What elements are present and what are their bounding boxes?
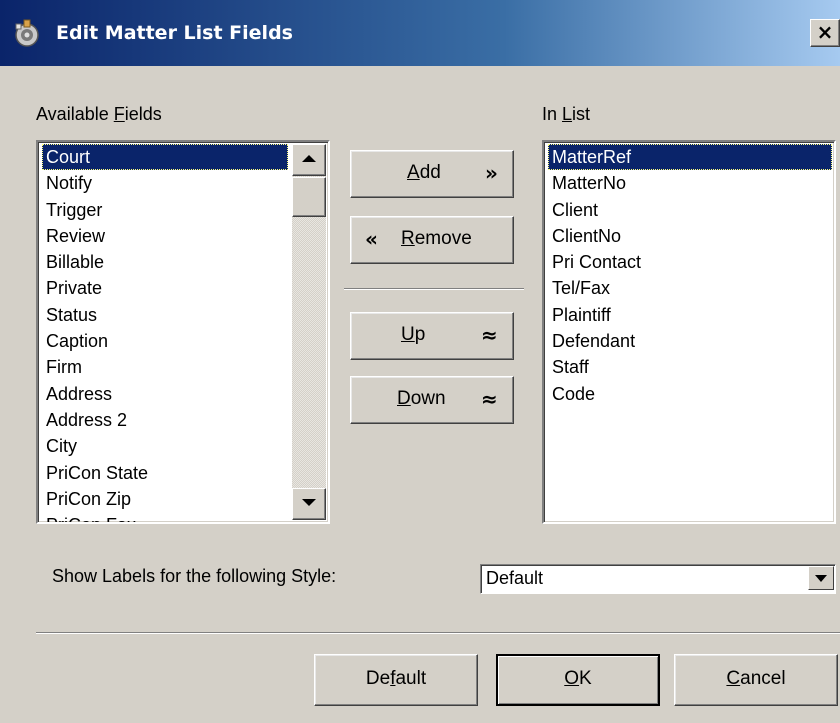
chevron-double-left-icon: « — [365, 227, 378, 251]
list-item[interactable]: PriCon State — [42, 460, 288, 486]
list-item[interactable]: PriCon Zip — [42, 486, 288, 512]
available-fields-scrollbar[interactable] — [292, 144, 326, 520]
remove-button[interactable]: « Remove — [350, 216, 514, 264]
available-fields-list[interactable]: Court Notify Trigger Review Billable Private S… — [36, 140, 330, 524]
close-icon: × — [816, 20, 834, 44]
in-list-items: MatterRef MatterNo Client ClientNo Pri Conta… — [548, 144, 834, 407]
style-select-value: Default — [486, 568, 544, 588]
list-item[interactable]: Client — [548, 197, 832, 223]
style-select[interactable]: Default — [480, 564, 836, 594]
title-bar[interactable]: Edit Matter List Fields × — [0, 0, 840, 66]
list-item[interactable]: Billable — [42, 249, 288, 275]
middle-separator — [344, 288, 524, 290]
available-fields-items: Court Notify Trigger Review Billable Private S… — [42, 144, 288, 522]
chevron-double-up-icon: ≈ — [481, 323, 498, 347]
list-item[interactable]: Court — [42, 144, 288, 171]
list-item[interactable]: Tel/Fax — [548, 275, 832, 301]
chevron-up-icon — [302, 155, 316, 162]
style-dropdown-button[interactable] — [808, 566, 834, 590]
close-button[interactable]: × — [810, 19, 840, 47]
up-button[interactable]: Up ≈ — [350, 312, 514, 360]
default-button[interactable]: Default — [314, 654, 478, 706]
chevron-double-right-icon: » — [485, 161, 498, 185]
list-item[interactable]: Trigger — [42, 197, 288, 223]
list-item[interactable]: Defendant — [548, 328, 832, 354]
down-button[interactable]: Down ≈ — [350, 376, 514, 424]
available-fields-label: Available Fields — [36, 104, 162, 124]
list-item[interactable]: PriCon Fax — [42, 512, 288, 522]
list-item[interactable]: Firm — [42, 354, 288, 380]
list-item[interactable]: Review — [42, 223, 288, 249]
ok-button[interactable]: OK — [496, 654, 660, 706]
style-label: Show Labels for the following Style: — [52, 566, 337, 586]
list-item[interactable]: Plaintiff — [548, 302, 832, 328]
add-button[interactable]: Add » — [350, 150, 514, 198]
list-item[interactable]: Status — [42, 302, 288, 328]
list-item[interactable]: Notify — [42, 170, 288, 196]
list-item[interactable]: Staff — [548, 354, 832, 380]
chevron-double-down-icon: ≈ — [481, 387, 498, 411]
in-list-list[interactable]: MatterRef MatterNo Client ClientNo Pri Conta… — [542, 140, 836, 524]
list-item[interactable]: Address 2 — [42, 407, 288, 433]
list-item[interactable]: ClientNo — [548, 223, 832, 249]
chevron-down-icon — [815, 575, 827, 582]
chevron-down-icon — [302, 499, 316, 506]
scroll-down-button[interactable] — [292, 488, 326, 520]
app-icon — [15, 19, 39, 47]
in-list-label: In List — [542, 104, 591, 124]
list-item[interactable]: MatterNo — [548, 170, 832, 196]
list-item[interactable]: Pri Contact — [548, 249, 832, 275]
list-item[interactable]: Address — [42, 381, 288, 407]
footer-separator — [36, 632, 840, 634]
window-title: Edit Matter List Fields — [56, 22, 293, 44]
list-item[interactable]: Caption — [42, 328, 288, 354]
list-item[interactable]: City — [42, 433, 288, 459]
list-item[interactable]: Code — [548, 381, 832, 407]
list-item[interactable]: Private — [42, 275, 288, 301]
cancel-button[interactable]: Cancel — [674, 654, 838, 706]
scroll-thumb[interactable] — [292, 177, 326, 217]
scroll-up-button[interactable] — [292, 144, 326, 176]
list-item[interactable]: MatterRef — [548, 144, 832, 171]
